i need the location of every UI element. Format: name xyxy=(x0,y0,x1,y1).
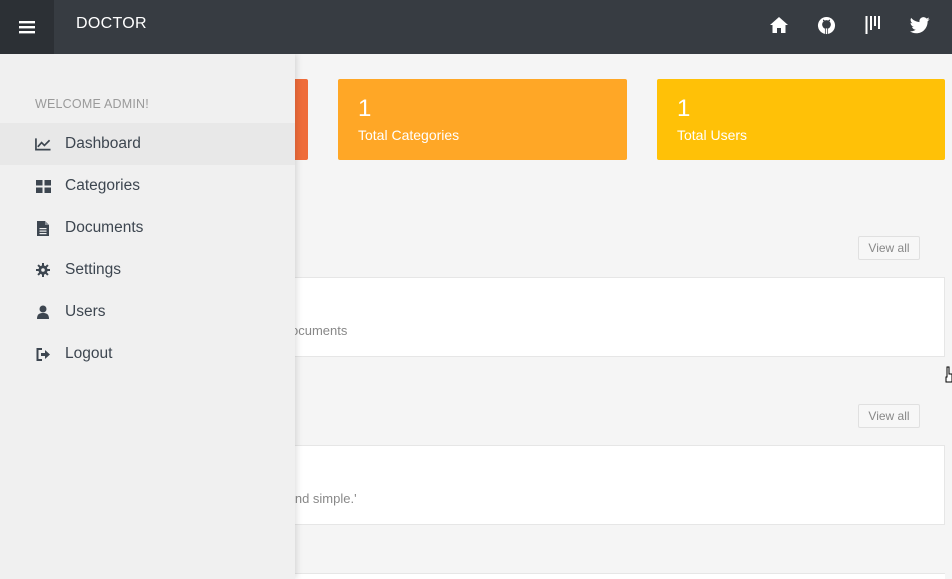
sidebar-item-dashboard[interactable]: Dashboard xyxy=(0,123,295,165)
home-link[interactable] xyxy=(767,13,791,37)
twitter-icon xyxy=(910,16,930,33)
hand-cursor-icon xyxy=(945,366,952,383)
line-chart-icon xyxy=(35,138,51,151)
next-panel-edge xyxy=(290,573,945,579)
github-link[interactable] xyxy=(814,13,838,37)
welcome-text: WELCOME ADMIN! xyxy=(35,97,149,111)
menu-toggle-button[interactable] xyxy=(0,0,54,54)
sidebar-item-users[interactable]: Users xyxy=(0,291,295,333)
recent-list-panel: sy and simple.' xyxy=(271,445,945,525)
panel-snippet[interactable]: ocuments xyxy=(291,323,347,338)
stat-card-categories[interactable]: 1 Total Categories xyxy=(338,79,627,160)
stat-label: Total Users xyxy=(677,127,748,143)
view-all-button[interactable]: View all xyxy=(858,404,920,428)
sidebar-item-label: Documents xyxy=(65,219,144,236)
stat-card-users[interactable]: 1 Total Users xyxy=(657,79,945,160)
bars-logo-icon xyxy=(865,16,880,34)
top-navbar: DOCTOR xyxy=(0,0,952,54)
twitter-link[interactable] xyxy=(908,13,932,37)
sidebar-item-label: Settings xyxy=(65,261,122,278)
sidebar-item-logout[interactable]: Logout xyxy=(0,333,295,375)
sidebar-item-label: Categories xyxy=(65,177,140,194)
sidebar-item-settings[interactable]: Settings xyxy=(0,249,295,291)
github-icon xyxy=(817,16,835,34)
sidebar-item-label: Logout xyxy=(65,345,113,362)
home-icon xyxy=(770,17,788,33)
sign-out-icon xyxy=(36,347,50,361)
user-icon xyxy=(37,305,49,319)
hamburger-icon xyxy=(19,21,35,34)
grid-icon xyxy=(35,179,51,193)
bars-logo-link[interactable] xyxy=(861,13,885,37)
sidebar: WELCOME ADMIN! Dashboard Categories Docu… xyxy=(0,54,295,579)
recent-list-panel: ocuments xyxy=(290,277,945,357)
brand-title[interactable]: DOCTOR xyxy=(76,0,147,54)
document-icon xyxy=(37,220,49,236)
gear-icon xyxy=(36,263,50,277)
sidebar-item-label: Users xyxy=(65,303,106,320)
stat-value: 1 xyxy=(358,95,372,122)
view-all-button[interactable]: View all xyxy=(858,236,920,260)
stat-value: 1 xyxy=(677,95,691,122)
sidebar-item-categories[interactable]: Categories xyxy=(0,165,295,207)
stat-label: Total Categories xyxy=(358,127,460,143)
sidebar-item-documents[interactable]: Documents xyxy=(0,207,295,249)
sidebar-item-label: Dashboard xyxy=(65,135,141,152)
